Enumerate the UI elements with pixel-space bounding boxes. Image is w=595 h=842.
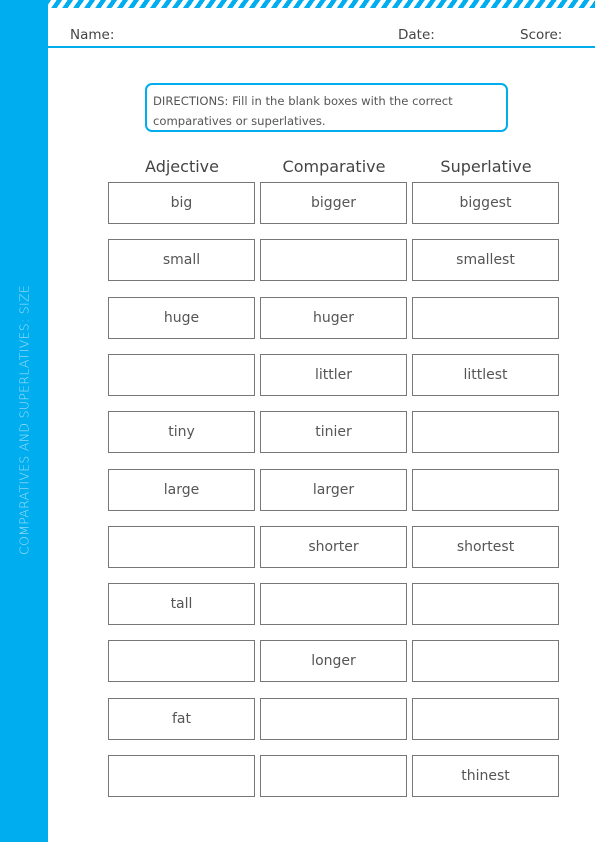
answer-box-comparative[interactable]	[260, 755, 407, 797]
answer-box-comparative: bigger	[260, 182, 407, 224]
column-header-adjective: Adjective	[145, 157, 219, 176]
answer-box-superlative[interactable]	[412, 583, 559, 625]
answer-box-comparative: tinier	[260, 411, 407, 453]
answer-box-comparative: huger	[260, 297, 407, 339]
answer-box-adjective[interactable]	[108, 755, 255, 797]
answer-box-superlative: biggest	[412, 182, 559, 224]
answer-box-comparative[interactable]	[260, 583, 407, 625]
answer-box-adjective[interactable]	[108, 640, 255, 682]
answer-box-comparative: littler	[260, 354, 407, 396]
answer-box-adjective: small	[108, 239, 255, 281]
answer-box-comparative: longer	[260, 640, 407, 682]
answer-box-superlative[interactable]	[412, 297, 559, 339]
answer-box-superlative[interactable]	[412, 698, 559, 740]
column-header-superlative: Superlative	[440, 157, 532, 176]
answer-box-superlative[interactable]	[412, 640, 559, 682]
answer-box-adjective: fat	[108, 698, 255, 740]
answer-box-adjective: large	[108, 469, 255, 511]
answer-box-adjective[interactable]	[108, 526, 255, 568]
answer-box-adjective[interactable]	[108, 354, 255, 396]
answer-box-superlative: littlest	[412, 354, 559, 396]
date-label: Date:	[398, 27, 435, 43]
answer-box-superlative: smallest	[412, 239, 559, 281]
answer-box-superlative: thinest	[412, 755, 559, 797]
answer-box-adjective: big	[108, 182, 255, 224]
worksheet-title: COMPARATIVES AND SUPERLATIVES: SIZE	[16, 284, 32, 556]
answer-box-comparative[interactable]	[260, 698, 407, 740]
column-header-comparative: Comparative	[282, 157, 386, 176]
answer-box-adjective: huge	[108, 297, 255, 339]
score-label: Score:	[520, 27, 563, 43]
sidebar: COMPARATIVES AND SUPERLATIVES: SIZE	[0, 0, 48, 842]
name-label: Name:	[70, 27, 115, 43]
answer-box-adjective: tall	[108, 583, 255, 625]
directions-text: DIRECTIONS: Fill in the blank boxes with…	[153, 94, 453, 128]
answer-box-superlative[interactable]	[412, 411, 559, 453]
striped-border	[48, 0, 595, 8]
answer-box-superlative[interactable]	[412, 469, 559, 511]
answer-box-adjective: tiny	[108, 411, 255, 453]
header-divider	[48, 46, 595, 48]
answer-box-superlative: shortest	[412, 526, 559, 568]
answer-box-comparative[interactable]	[260, 239, 407, 281]
answer-box-comparative: larger	[260, 469, 407, 511]
directions-box: DIRECTIONS: Fill in the blank boxes with…	[145, 83, 508, 132]
answer-box-comparative: shorter	[260, 526, 407, 568]
